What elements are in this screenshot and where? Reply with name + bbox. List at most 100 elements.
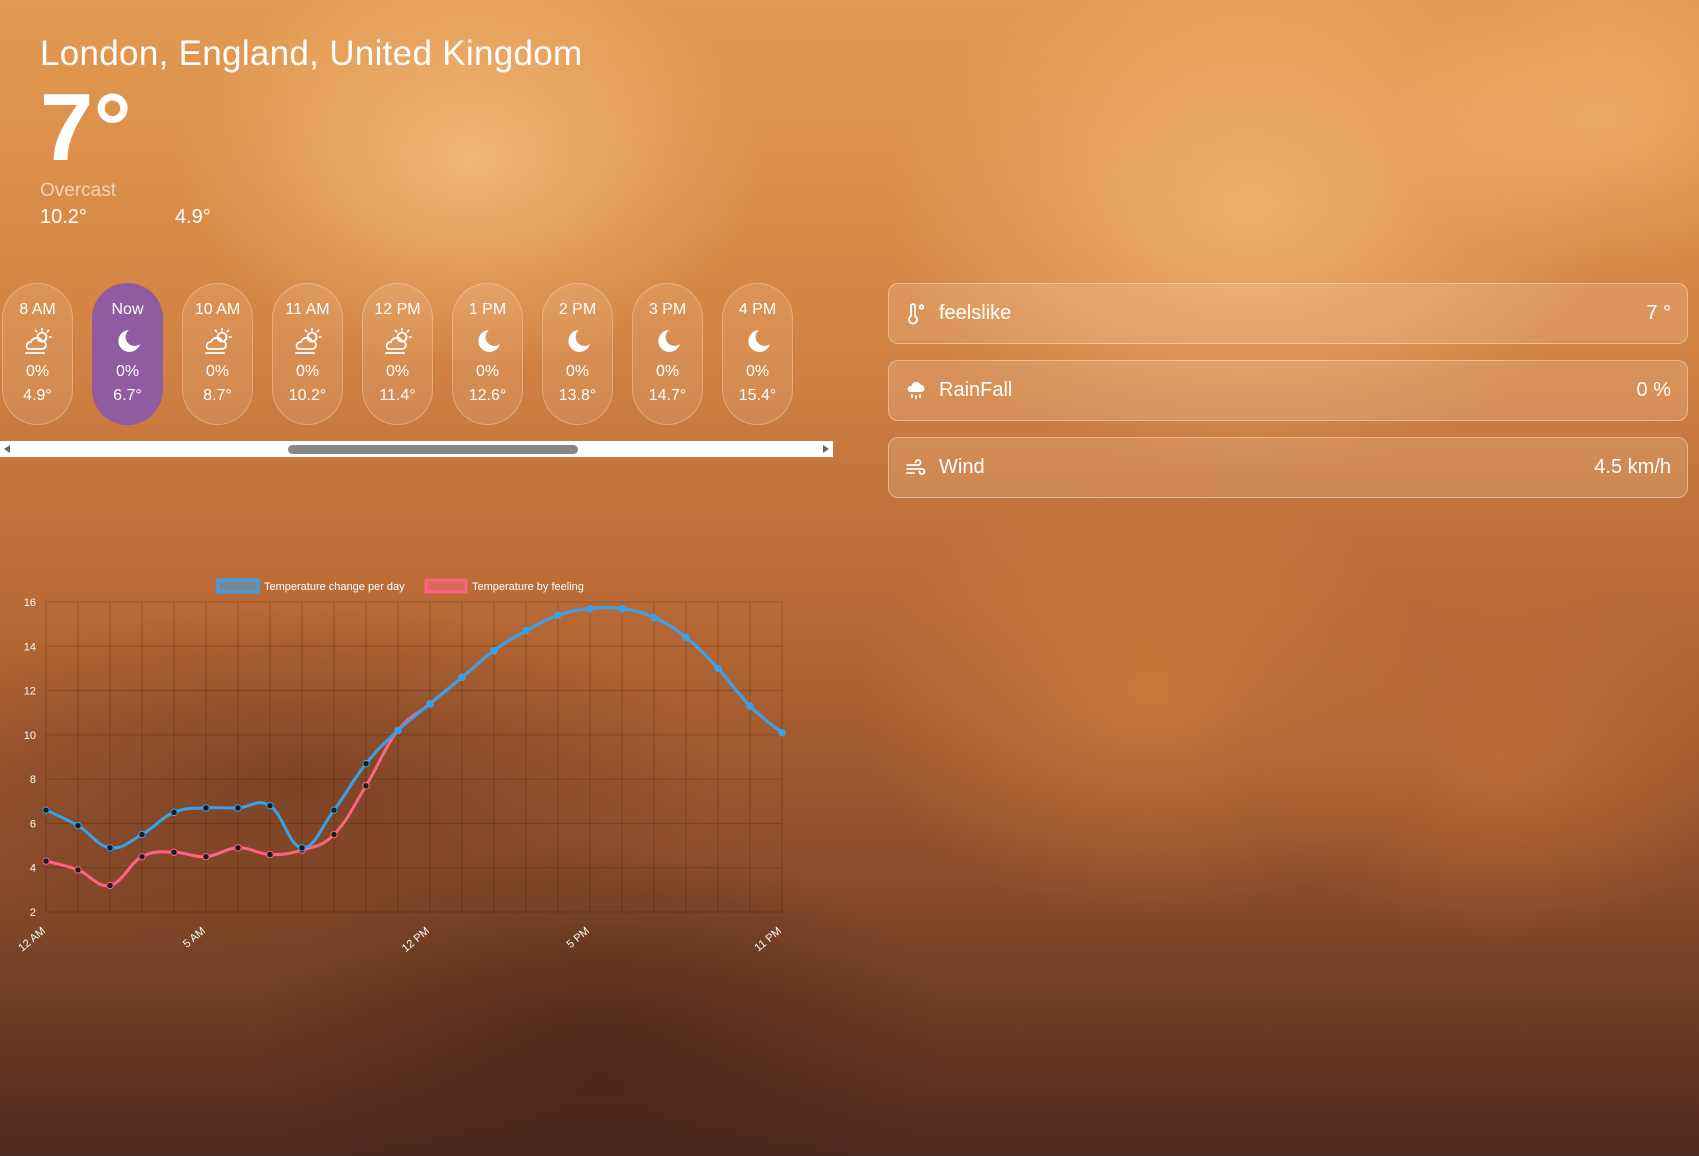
temperature-chart: 2 4 6 8 10 12 14 16 12 AM 5 AM 12 PM 5 PM 11 PM Tempe…: [16, 578, 786, 955]
high-low: 10.2° 4.9°: [40, 206, 582, 229]
hour-time: 3 PM: [648, 301, 687, 318]
hour-precip: 0%: [115, 363, 140, 380]
moon-icon: [473, 325, 503, 359]
data-point: [74, 866, 82, 874]
data-point: [170, 808, 178, 817]
high-temperature: 10.2°: [40, 206, 87, 228]
hour-card[interactable]: 11 AM 0% 10.2°: [272, 283, 343, 425]
detail-row-wind: Wind 4.5 km/h: [888, 437, 1688, 498]
partly-cloudy-sun-icon: [202, 325, 234, 359]
data-point: [426, 700, 434, 708]
hour-temp: 10.2°: [288, 387, 327, 404]
hour-card[interactable]: 2 PM 0% 13.8°: [542, 283, 613, 425]
partly-cloudy-sun-icon: [292, 325, 324, 359]
moon-icon: [563, 325, 593, 359]
partly-cloudy-sun-icon: [382, 325, 414, 359]
data-point: [106, 844, 114, 852]
legend-label: Temperature by feeling: [472, 581, 584, 593]
data-point: [490, 647, 498, 655]
data-point: [298, 844, 306, 852]
data-point: [394, 726, 402, 735]
data-point: [746, 702, 754, 710]
y-tick-label: 6: [30, 818, 36, 830]
hour-time: 8 AM: [19, 301, 56, 318]
hour-temp: 8.7°: [203, 387, 232, 404]
y-tick-label: 16: [24, 597, 36, 609]
scroll-left-arrow-icon[interactable]: [4, 445, 10, 453]
hour-card[interactable]: 8 AM 0% 4.9°: [2, 283, 73, 425]
hour-temp: 11.4°: [379, 387, 416, 404]
hour-card[interactable]: 10 AM 0% 8.7°: [182, 283, 253, 425]
thermometer-icon: [905, 302, 927, 325]
data-point: [202, 852, 210, 861]
moon-icon: [653, 325, 683, 359]
data-point: [330, 830, 338, 839]
hour-time: 10 AM: [194, 301, 241, 318]
data-point: [650, 613, 658, 622]
hour-precip: 0%: [475, 363, 500, 380]
data-point: [522, 627, 530, 635]
detail-row-rainfall: RainFall 0 %: [888, 360, 1688, 421]
hour-card[interactable]: 3 PM 0% 14.7°: [632, 283, 703, 425]
hour-time: 12 PM: [374, 301, 421, 318]
scrollbar-thumb[interactable]: [288, 445, 578, 454]
hour-temp: 12.6°: [468, 387, 507, 404]
hour-temp: 15.4°: [738, 387, 777, 404]
data-point: [202, 804, 210, 812]
detail-value: 7 °: [1646, 302, 1671, 324]
hour-card[interactable]: Now 0% 6.7°: [92, 283, 163, 425]
data-point: [42, 857, 50, 865]
hour-card[interactable]: 1 PM 0% 12.6°: [452, 283, 523, 425]
partly-cloudy-sun-icon: [22, 325, 54, 359]
x-tick-label: 5 PM: [565, 925, 592, 951]
data-point: [586, 604, 594, 613]
wind-icon: [905, 457, 927, 479]
y-tick-label: 12: [24, 686, 36, 698]
hour-time: 2 PM: [558, 301, 597, 318]
y-tick-label: 14: [24, 641, 36, 653]
hour-card[interactable]: 4 PM 0% 15.4°: [722, 283, 793, 425]
hourly-scrollbar[interactable]: [0, 441, 833, 457]
detail-value: 0 %: [1636, 379, 1671, 401]
hourly-forecast[interactable]: 8 AM 0% 4.9° Now 0% 6.7° 10 AM 0% 8.7° 11 AM 0% 10.…: [0, 283, 833, 459]
data-point: [138, 852, 146, 861]
data-point: [618, 604, 626, 613]
x-tick-label: 11 PM: [752, 925, 783, 954]
data-point: [458, 673, 466, 681]
data-point: [362, 782, 370, 790]
rain-cloud-icon: [905, 380, 927, 402]
x-tick-label: 12 AM: [16, 925, 48, 954]
data-point: [74, 821, 82, 830]
hour-time: Now: [111, 301, 144, 318]
location-name: London, England, United Kingdom: [40, 34, 583, 73]
legend-swatch: [216, 578, 260, 594]
data-point: [362, 759, 370, 768]
hour-card[interactable]: 12 PM 0% 11.4°: [362, 283, 433, 425]
y-tick-label: 10: [24, 730, 36, 742]
x-tick-label: 12 PM: [400, 925, 432, 955]
hour-temp: 6.7°: [113, 387, 142, 404]
data-point: [554, 611, 562, 619]
hour-time: 11 AM: [285, 301, 330, 318]
scroll-right-arrow-icon[interactable]: [823, 445, 829, 453]
data-point: [138, 830, 146, 839]
hour-precip: 0%: [25, 363, 50, 380]
data-point: [330, 806, 338, 814]
hour-temp: 4.9°: [23, 387, 52, 404]
hour-precip: 0%: [745, 363, 770, 380]
legend-label: Temperature change per day: [264, 581, 405, 593]
hour-time: 4 PM: [738, 301, 777, 318]
data-point: [106, 881, 114, 890]
x-tick-label: 5 AM: [181, 925, 208, 950]
detail-row-feelslike: feelslike 7 °: [888, 283, 1688, 344]
series-line-1: [45, 605, 783, 888]
detail-value: 4.5 km/h: [1594, 456, 1671, 478]
hour-precip: 0%: [205, 363, 230, 380]
weather-details: feelslike 7 ° RainFall 0 % Wind 4.5 km/h: [888, 283, 1688, 514]
y-tick-label: 8: [30, 774, 36, 786]
data-point: [266, 850, 274, 859]
y-tick-label: 2: [30, 907, 36, 919]
hour-precip: 0%: [295, 363, 320, 380]
current-temperature: 7°: [40, 74, 132, 181]
series-line-0: [45, 605, 783, 850]
